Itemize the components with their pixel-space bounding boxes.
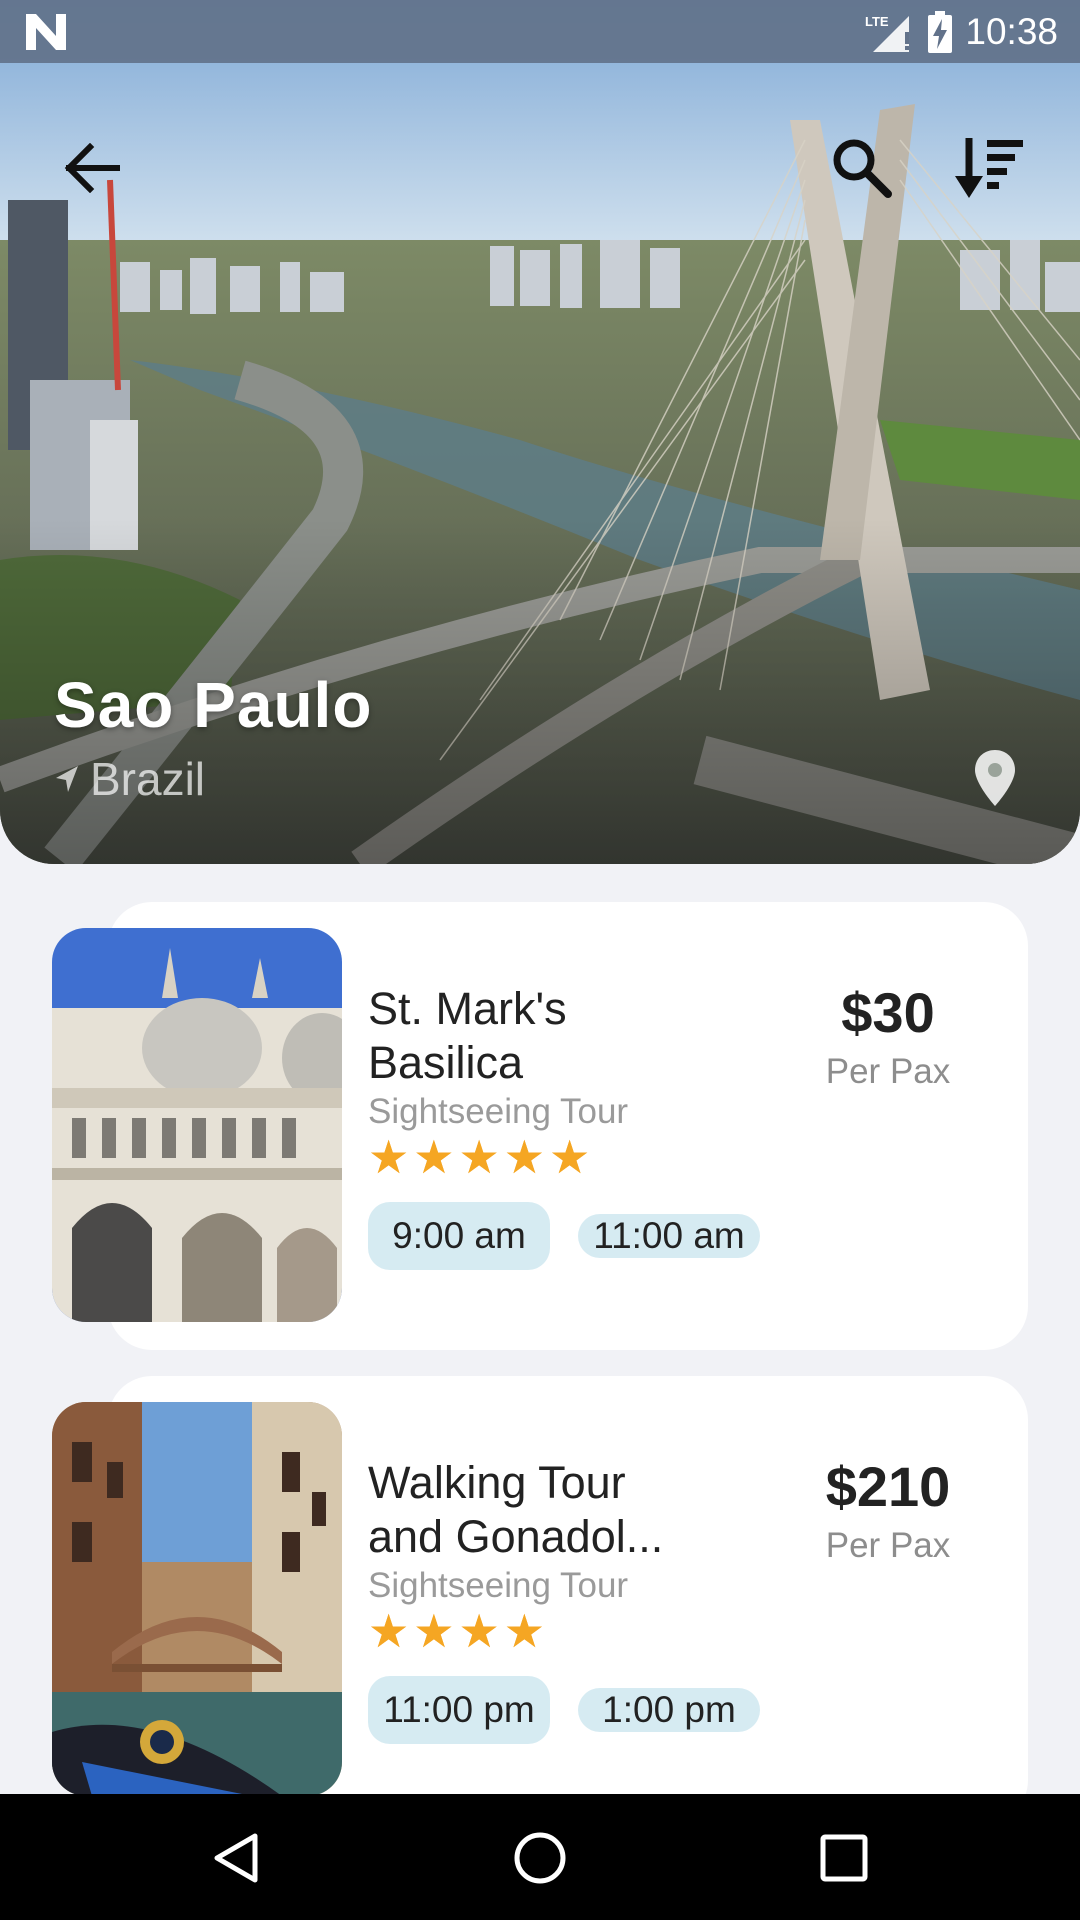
star-icon: ★: [368, 1605, 410, 1657]
tour-price: $210: [825, 1455, 951, 1518]
price-unit: Per Pax: [825, 1526, 951, 1565]
back-button[interactable]: [52, 128, 132, 208]
star-icon: ★: [413, 1131, 455, 1183]
tour-type: Sightseeing Tour: [368, 1092, 629, 1131]
square-recents-icon: [820, 1834, 868, 1882]
nav-back-button[interactable]: [196, 1818, 276, 1898]
nav-recents-button[interactable]: [804, 1818, 884, 1898]
tour-image: [52, 928, 342, 1322]
time-slot-chip[interactable]: 11:00 pm: [368, 1676, 550, 1744]
tour-image: [52, 1402, 342, 1796]
status-bar: LTE 10:38: [0, 0, 1080, 63]
map-pin-icon[interactable]: [972, 748, 1018, 808]
price-unit: Per Pax: [825, 1052, 951, 1091]
star-icon: ★: [368, 1131, 410, 1183]
status-time: 10:38: [965, 11, 1058, 52]
time-slot-chip[interactable]: 1:00 pm: [578, 1688, 760, 1732]
navigation-arrow-icon: [56, 766, 78, 792]
time-slot-chip[interactable]: 11:00 am: [578, 1214, 760, 1258]
star-icon: ★: [503, 1605, 545, 1657]
rating-stars: ★ ★ ★ ★: [368, 1608, 545, 1654]
tour-title: Walking Tour and Gonadol...: [368, 1457, 664, 1562]
destination-city: Sao Paulo: [54, 669, 373, 741]
circle-home-icon: [514, 1832, 566, 1884]
star-icon: ★: [413, 1605, 455, 1657]
nav-home-button[interactable]: [500, 1818, 580, 1898]
system-navigation-bar: [0, 1794, 1080, 1920]
tour-card[interactable]: St. Mark's Basilica Sightseeing Tour ★ ★…: [0, 902, 1080, 1350]
search-button[interactable]: [822, 128, 902, 208]
star-icon: ★: [458, 1605, 500, 1657]
svg-text:LTE: LTE: [865, 14, 889, 29]
star-icon: ★: [549, 1131, 591, 1183]
arrow-back-icon: [64, 143, 120, 193]
star-icon: ★: [503, 1131, 545, 1183]
triangle-back-icon: [214, 1833, 258, 1883]
rating-stars: ★ ★ ★ ★ ★: [368, 1134, 590, 1180]
search-icon: [833, 139, 892, 198]
sort-button[interactable]: [950, 128, 1030, 208]
signal-lte-icon: LTE: [865, 14, 910, 52]
destination-country-row: Brazil: [54, 752, 205, 806]
battery-charging-icon: [928, 11, 953, 53]
tour-card[interactable]: Walking Tour and Gonadol... Sightseeing …: [0, 1376, 1080, 1824]
destination-country: Brazil: [90, 753, 206, 805]
tour-type: Sightseeing Tour: [368, 1566, 629, 1605]
star-icon: ★: [458, 1131, 500, 1183]
sort-icon: [955, 138, 1023, 198]
tour-title: St. Mark's Basilica: [368, 983, 567, 1088]
tour-price: $30: [841, 981, 935, 1044]
destination-hero: LTE 10:38 Sao Paulo Brazil: [0, 0, 1080, 864]
time-slot-chip[interactable]: 9:00 am: [368, 1202, 550, 1270]
notification-logo-icon: [26, 14, 66, 50]
